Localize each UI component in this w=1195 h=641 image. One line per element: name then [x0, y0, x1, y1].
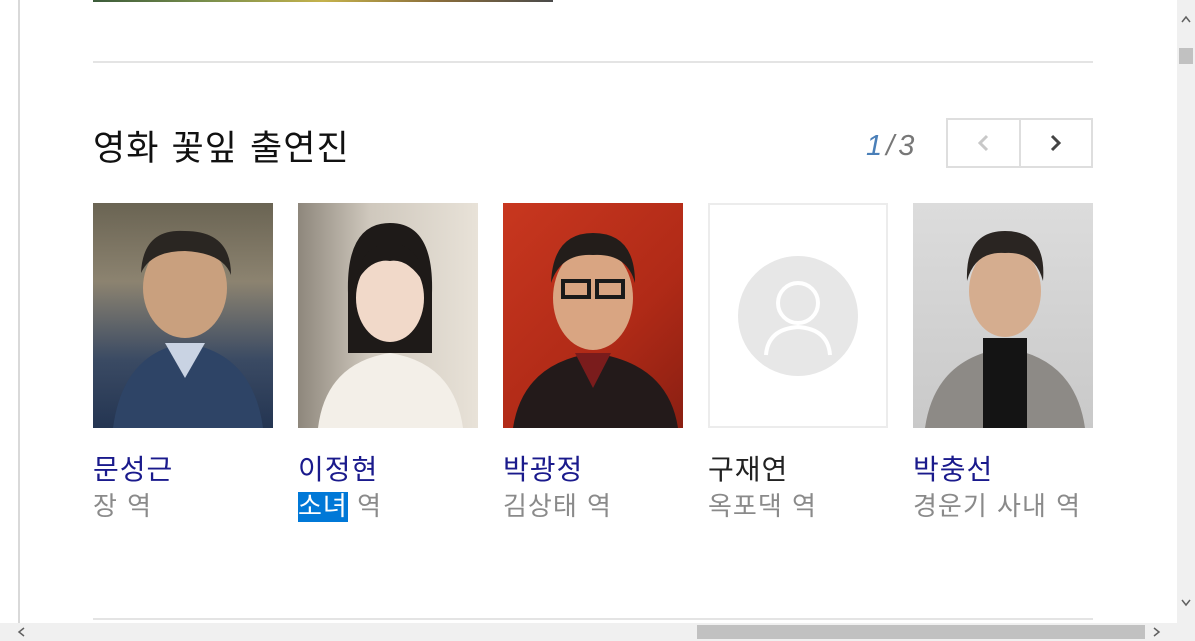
chevron-left-icon [978, 134, 989, 152]
vertical-scroll-thumb[interactable] [1179, 48, 1193, 64]
actor-role: 장 역 [93, 492, 153, 522]
scroll-left-icon[interactable] [16, 626, 28, 638]
selected-text: 소녀 [298, 492, 348, 522]
vertical-scrollbar[interactable] [1177, 0, 1195, 623]
actor-role: 옥포댁 역 [708, 492, 817, 522]
section-divider-bottom [93, 618, 1093, 620]
section-divider-top [93, 61, 1093, 63]
scrollbar-corner [1177, 623, 1195, 641]
actor-name-link[interactable]: 문성근 [93, 450, 273, 490]
page-left-border [18, 0, 20, 624]
scroll-right-icon[interactable] [1150, 626, 1162, 638]
actor-photo[interactable] [913, 203, 1093, 428]
page-indicator: 1/3 [866, 130, 914, 163]
page-current: 1 [866, 130, 883, 162]
horizontal-scroll-thumb[interactable] [697, 625, 1145, 639]
pager-buttons [946, 118, 1093, 168]
actor-name-link[interactable]: 구재연 [708, 450, 888, 490]
top-image-strip [93, 0, 553, 2]
page-total: 3 [898, 130, 915, 162]
next-page-button[interactable] [1018, 120, 1092, 166]
actor-name-link[interactable]: 박충선 [913, 450, 1093, 490]
chevron-right-icon [1050, 134, 1061, 152]
cast-item: 구재연 옥포댁 역 [708, 203, 888, 524]
actor-role: 경운기 사내 역 [913, 492, 1082, 522]
scroll-down-icon[interactable] [1180, 596, 1192, 608]
actor-name-link[interactable]: 박광정 [503, 450, 683, 490]
actor-name-link[interactable]: 이정현 [298, 450, 478, 490]
actor-photo[interactable] [503, 203, 683, 428]
actor-photo-placeholder[interactable] [708, 203, 888, 428]
page-separator: / [886, 130, 895, 162]
cast-item: 이정현 소녀 역 [298, 203, 478, 524]
person-placeholder-icon [738, 256, 858, 376]
actor-role-suffix: 역 [347, 492, 383, 522]
cast-item: 문성근 장 역 [93, 203, 273, 524]
actor-role: 소녀 역 [298, 490, 478, 524]
cast-item: 박광정 김상태 역 [503, 203, 683, 524]
cast-item: 박충선 경운기 사내 역 [913, 203, 1093, 524]
actor-photo[interactable] [298, 203, 478, 428]
scroll-up-icon[interactable] [1180, 14, 1192, 26]
actor-photo[interactable] [93, 203, 273, 428]
prev-page-button[interactable] [948, 120, 1019, 166]
section-title: 영화 꽃잎 출연진 [93, 129, 350, 169]
actor-role: 김상태 역 [503, 492, 612, 522]
horizontal-scrollbar[interactable] [0, 623, 1177, 641]
